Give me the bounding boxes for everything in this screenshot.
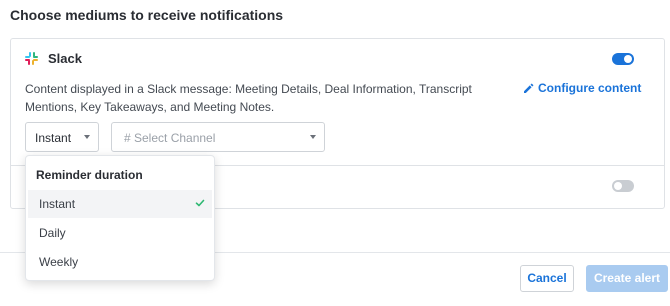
medium-name: Slack	[48, 51, 82, 66]
slack-description: Content displayed in a Slack message: Me…	[25, 82, 472, 114]
toggle-knob	[614, 182, 622, 190]
cancel-button[interactable]: Cancel	[520, 265, 574, 292]
configure-content-link[interactable]: Configure content	[523, 81, 641, 95]
menu-item-daily[interactable]: Daily	[28, 219, 212, 247]
menu-item-weekly[interactable]: Weekly	[28, 248, 212, 276]
frequency-value: Instant	[35, 131, 72, 145]
menu-item-label: Daily	[39, 226, 66, 240]
check-icon	[195, 199, 205, 207]
page-title: Choose mediums to receive notifications	[10, 7, 284, 23]
slack-toggle[interactable]	[612, 53, 634, 65]
menu-item-label: Weekly	[39, 255, 79, 269]
menu-heading: Reminder duration	[36, 168, 143, 182]
channel-select[interactable]: # Select Channel	[111, 122, 325, 152]
create-alert-button[interactable]: Create alert	[586, 265, 668, 292]
reminder-duration-menu: Reminder duration Instant Daily Weekly	[25, 155, 215, 281]
pencil-icon	[524, 83, 534, 93]
chevron-down-icon	[310, 135, 316, 139]
toggle-knob	[624, 55, 632, 63]
chevron-down-icon	[84, 135, 90, 139]
menu-item-label: Instant	[39, 197, 76, 211]
second-medium-toggle[interactable]	[612, 180, 634, 192]
menu-item-instant[interactable]: Instant	[28, 190, 212, 218]
channel-placeholder: # Select Channel	[124, 131, 216, 145]
frequency-select[interactable]: Instant	[25, 122, 99, 152]
slack-icon	[25, 52, 38, 65]
configure-content-label: Configure content	[538, 81, 642, 95]
